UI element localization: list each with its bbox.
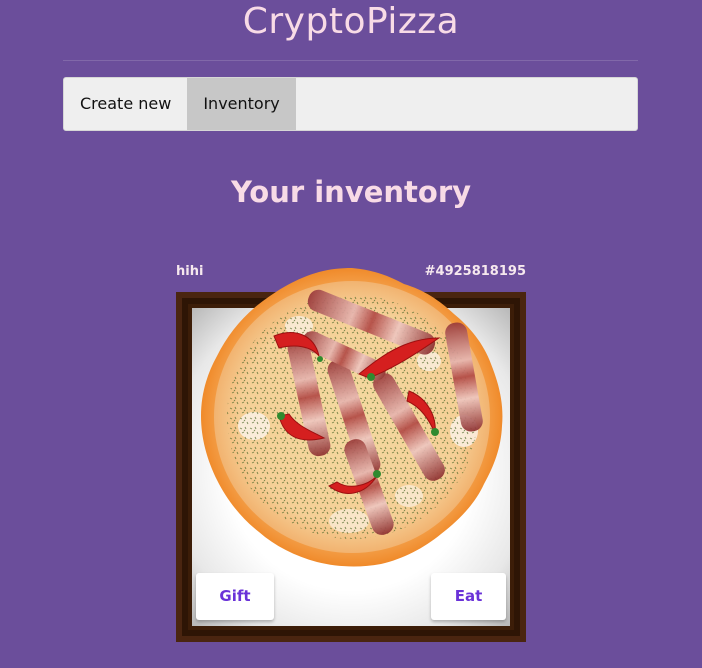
eat-button[interactable]: Eat <box>431 573 506 620</box>
app-root: CryptoPizza Create new Inventory Your in… <box>0 0 702 668</box>
page-title: CryptoPizza <box>242 1 460 42</box>
pizza-image <box>201 268 503 567</box>
nav-item-inventory[interactable]: Inventory <box>187 78 296 130</box>
section-title: Your inventory <box>230 175 472 209</box>
navbar: Create new Inventory <box>63 77 638 131</box>
nav-item-create-new[interactable]: Create new <box>64 78 187 130</box>
gift-button[interactable]: Gift <box>196 573 274 620</box>
title-divider <box>63 60 638 61</box>
